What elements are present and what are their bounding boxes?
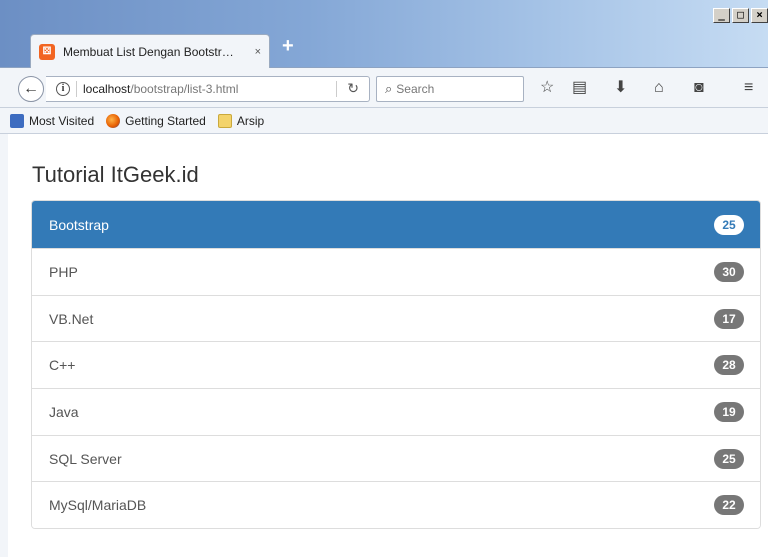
menu-icon[interactable]: ≡ <box>744 80 753 96</box>
list-item-label: C++ <box>49 357 76 374</box>
list-item-label: SQL Server <box>49 450 122 467</box>
bookmark-label: Most Visited <box>29 113 95 128</box>
page-title: Tutorial ItGeek.id <box>32 162 199 187</box>
reading-list-icon[interactable]: ▤ <box>572 80 587 96</box>
favicon-icon: ⚄ <box>39 43 55 60</box>
list-item-mysql-mariadb[interactable]: MySql/MariaDB 22 <box>32 481 760 529</box>
folder-icon <box>217 113 232 128</box>
bookmarks-toolbar: Most Visited Getting Started Arsip <box>0 108 768 134</box>
bookmark-label: Getting Started <box>125 113 206 128</box>
window-titlebar: _ □ × ⚄ Membuat List Dengan Bootstr… × + <box>0 0 768 68</box>
maximize-button[interactable]: □ <box>732 8 749 23</box>
search-placeholder: Search <box>396 82 435 96</box>
tab-close-icon[interactable]: × <box>255 46 261 58</box>
firefox-icon <box>106 113 121 128</box>
url-path: /bootstrap/list-3.html <box>130 82 239 96</box>
count-badge: 19 <box>714 401 744 422</box>
search-input[interactable]: ⌕ Search <box>376 76 524 102</box>
most-visited-icon <box>10 113 24 128</box>
reload-icon[interactable]: ↻ <box>347 80 359 97</box>
count-badge: 28 <box>714 355 744 376</box>
search-icon: ⌕ <box>385 81 393 96</box>
url-divider <box>336 81 337 97</box>
page-content: Tutorial ItGeek.id Bootstrap 25 PHP 30 V… <box>0 134 768 557</box>
list-item-sql-server[interactable]: SQL Server 25 <box>32 434 760 482</box>
url-separator <box>76 81 77 97</box>
list-group: Bootstrap 25 PHP 30 VB.Net 17 C++ 28 Jav… <box>31 200 761 530</box>
back-button[interactable]: ← <box>18 76 44 102</box>
new-tab-button[interactable]: + <box>282 36 294 56</box>
list-item-label: PHP <box>49 263 78 280</box>
list-item-php[interactable]: PHP 30 <box>32 248 760 295</box>
download-icon[interactable]: ⬇ <box>614 80 627 96</box>
list-item-bootstrap[interactable]: Bootstrap 25 <box>32 201 760 248</box>
list-item-java[interactable]: Java 19 <box>32 388 760 435</box>
home-icon[interactable]: ⌂ <box>654 80 664 96</box>
back-icon: ← <box>23 80 39 97</box>
list-item-label: MySql/MariaDB <box>49 497 147 514</box>
browser-tab[interactable]: ⚄ Membuat List Dengan Bootstr… × <box>30 34 270 68</box>
bookmark-most-visited[interactable]: Most Visited <box>10 113 95 128</box>
count-badge: 17 <box>714 308 744 329</box>
count-badge: 25 <box>714 214 744 235</box>
close-window-button[interactable]: × <box>751 8 768 23</box>
count-badge: 22 <box>714 495 744 516</box>
bookmark-label: Arsip <box>236 113 265 128</box>
url-host: localhost <box>83 82 131 96</box>
navigation-toolbar: i localhost/bootstrap/list-3.html ↻ ← ⌕ … <box>0 68 768 108</box>
list-item-label: VB.Net <box>49 310 94 327</box>
count-badge: 30 <box>714 261 744 282</box>
minimize-button[interactable]: _ <box>713 8 730 23</box>
url-bar[interactable]: i localhost/bootstrap/list-3.html ↻ <box>46 76 370 102</box>
list-item-vbnet[interactable]: VB.Net 17 <box>32 294 760 342</box>
count-badge: 25 <box>714 448 744 469</box>
list-item-label: Bootstrap <box>49 216 109 233</box>
pocket-icon[interactable]: ◙ <box>694 80 704 96</box>
info-icon[interactable]: i <box>56 82 70 96</box>
window-controls: _ □ × <box>713 8 768 23</box>
list-item-label: Java <box>49 403 79 420</box>
bookmark-getting-started[interactable]: Getting Started <box>106 113 206 128</box>
tab-title: Membuat List Dengan Bootstr… <box>63 44 234 59</box>
star-icon[interactable]: ☆ <box>540 80 554 96</box>
list-item-cpp[interactable]: C++ 28 <box>32 341 760 389</box>
bookmark-arsip[interactable]: Arsip <box>217 113 265 128</box>
